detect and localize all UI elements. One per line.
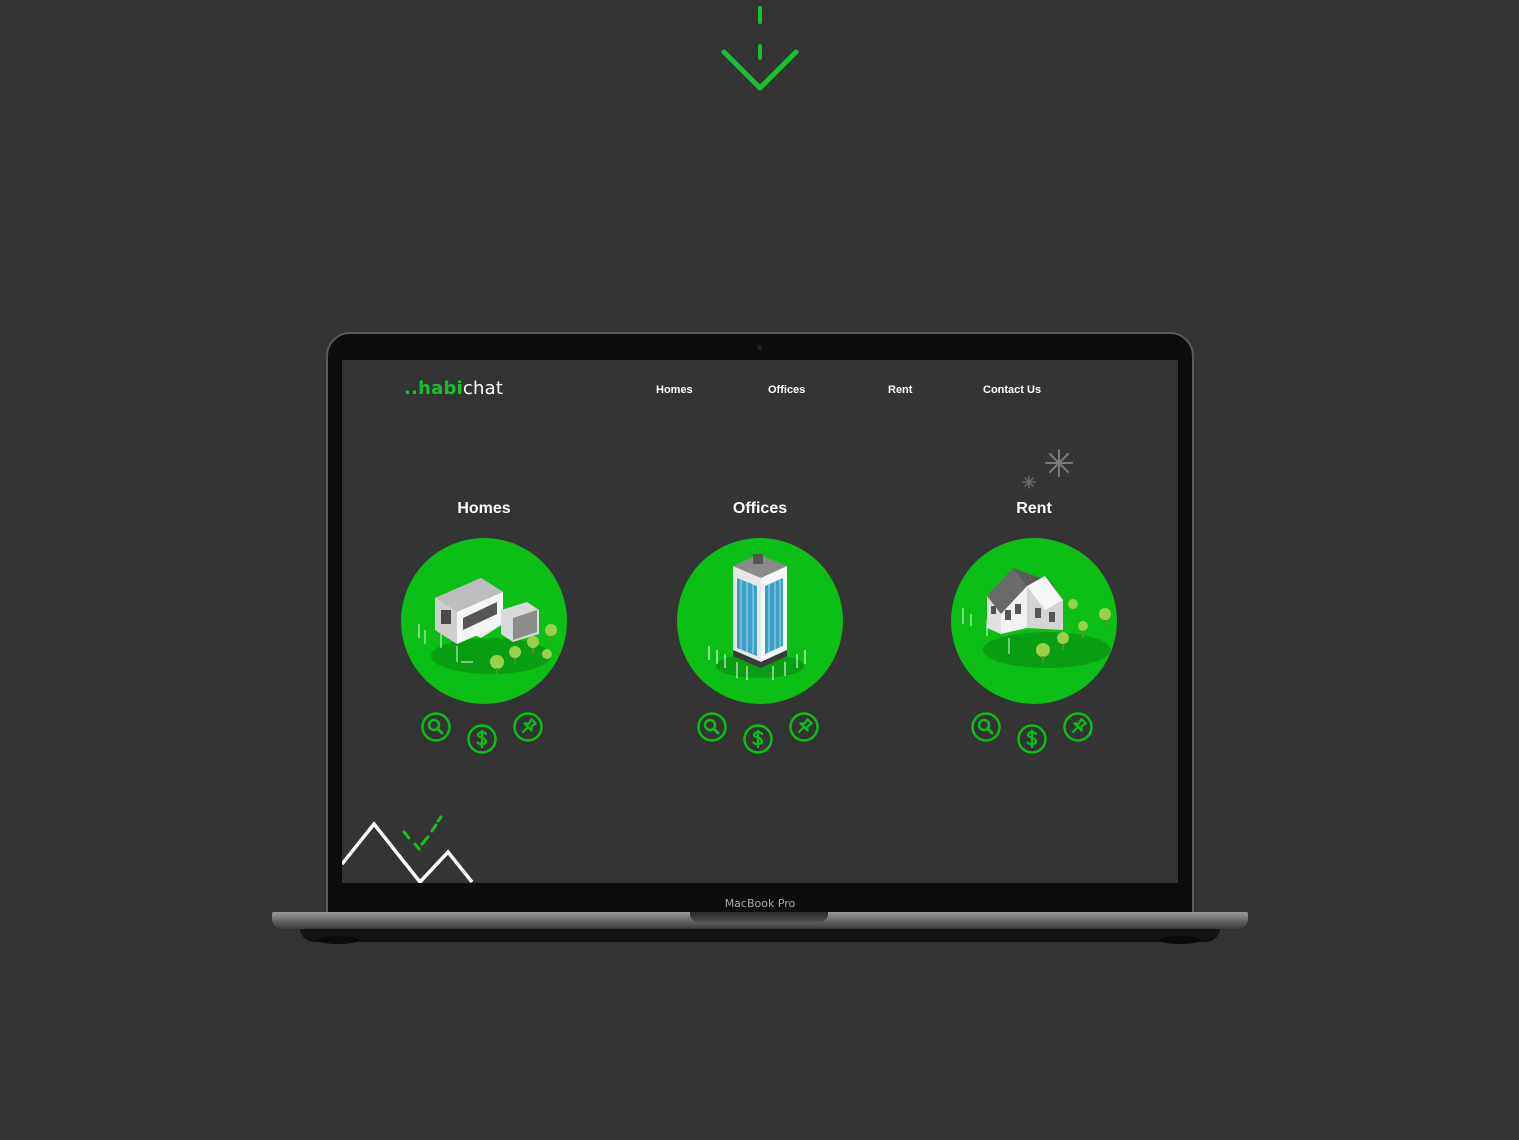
laptop-foot bbox=[318, 936, 358, 944]
device-label: MacBook Pro bbox=[724, 897, 796, 910]
pin-icon[interactable] bbox=[1063, 712, 1093, 742]
logo[interactable]: ..habichat bbox=[404, 378, 503, 399]
dollar-icon[interactable] bbox=[743, 724, 773, 754]
website-screen: ..habichat Homes Offices Rent Contact Us… bbox=[342, 360, 1178, 883]
camera bbox=[757, 345, 762, 350]
dollar-icon[interactable] bbox=[1017, 724, 1047, 754]
laptop-base-shadow bbox=[300, 928, 1220, 942]
search-icon[interactable] bbox=[421, 712, 451, 742]
pin-icon[interactable] bbox=[789, 712, 819, 742]
sparkle-icon bbox=[1022, 449, 1073, 489]
card-title: Homes bbox=[457, 500, 511, 517]
logo-dots: .. bbox=[404, 378, 419, 399]
nav-contact-us[interactable]: Contact Us bbox=[983, 384, 1041, 396]
rent-illustration[interactable] bbox=[951, 538, 1117, 704]
mountains-check-icon bbox=[342, 815, 474, 883]
homes-illustration[interactable] bbox=[401, 538, 567, 704]
logo-text-habi: habi bbox=[418, 378, 463, 399]
nav-homes[interactable]: Homes bbox=[656, 384, 693, 396]
laptop-foot bbox=[1160, 936, 1200, 944]
logo-text-chat: chat bbox=[462, 378, 504, 399]
card-title: Rent bbox=[1016, 500, 1052, 517]
arrow-down-icon bbox=[721, 6, 799, 91]
nav-offices[interactable]: Offices bbox=[768, 384, 805, 396]
pin-icon[interactable] bbox=[513, 712, 543, 742]
card-title: Offices bbox=[732, 500, 788, 517]
laptop-notch bbox=[690, 912, 828, 922]
search-icon[interactable] bbox=[971, 712, 1001, 742]
dollar-icon[interactable] bbox=[467, 724, 497, 754]
offices-illustration[interactable] bbox=[677, 538, 843, 704]
search-icon[interactable] bbox=[697, 712, 727, 742]
nav-rent[interactable]: Rent bbox=[888, 384, 912, 396]
